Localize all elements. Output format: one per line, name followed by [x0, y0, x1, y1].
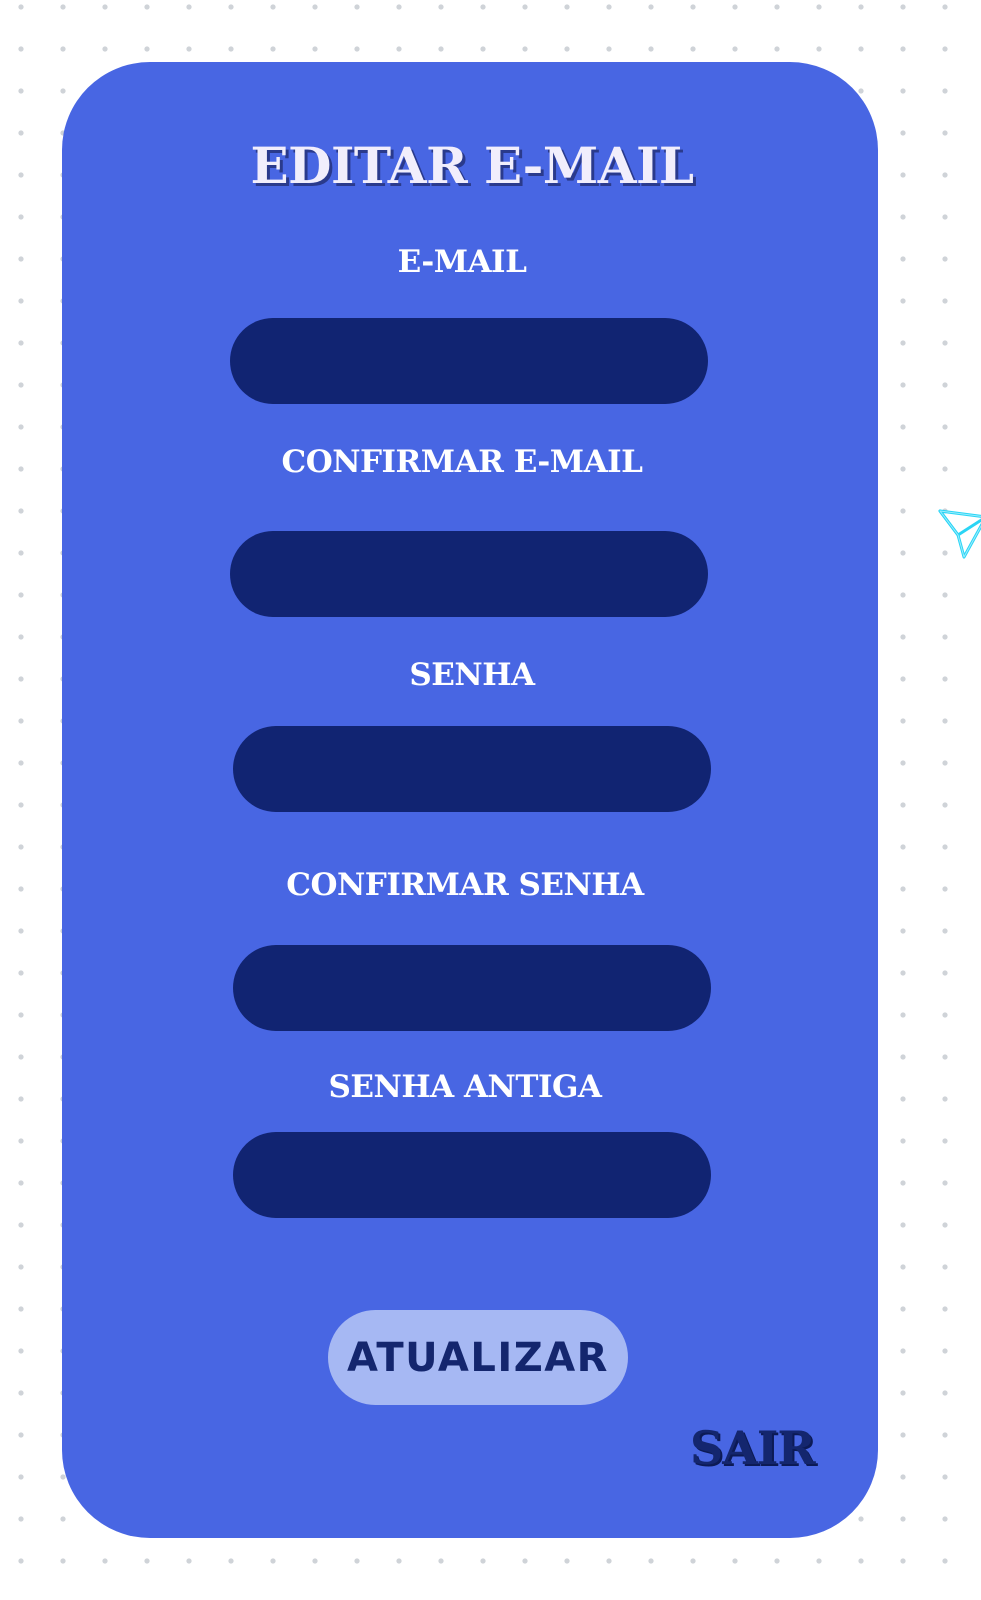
- password-label: SENHA: [409, 657, 535, 693]
- email-input[interactable]: [230, 318, 708, 404]
- exit-link[interactable]: SAIR: [690, 1421, 816, 1475]
- update-button[interactable]: ATUALIZAR: [328, 1310, 628, 1405]
- page: { "form": { "title": "EDITAR E-MAIL", "f…: [0, 0, 981, 1600]
- confirm-email-label: CONFIRMAR E-MAIL: [281, 444, 643, 480]
- old-password-input[interactable]: [233, 1132, 711, 1218]
- confirm-password-label: CONFIRMAR SENHA: [286, 867, 644, 903]
- email-label: E-MAIL: [397, 244, 527, 280]
- password-input[interactable]: [233, 726, 711, 812]
- old-password-label: SENHA ANTIGA: [328, 1069, 602, 1105]
- confirm-password-input[interactable]: [233, 945, 711, 1031]
- page-title: EDITAR E-MAIL: [250, 136, 694, 195]
- paper-plane-icon: [938, 509, 981, 559]
- confirm-email-input[interactable]: [230, 531, 708, 617]
